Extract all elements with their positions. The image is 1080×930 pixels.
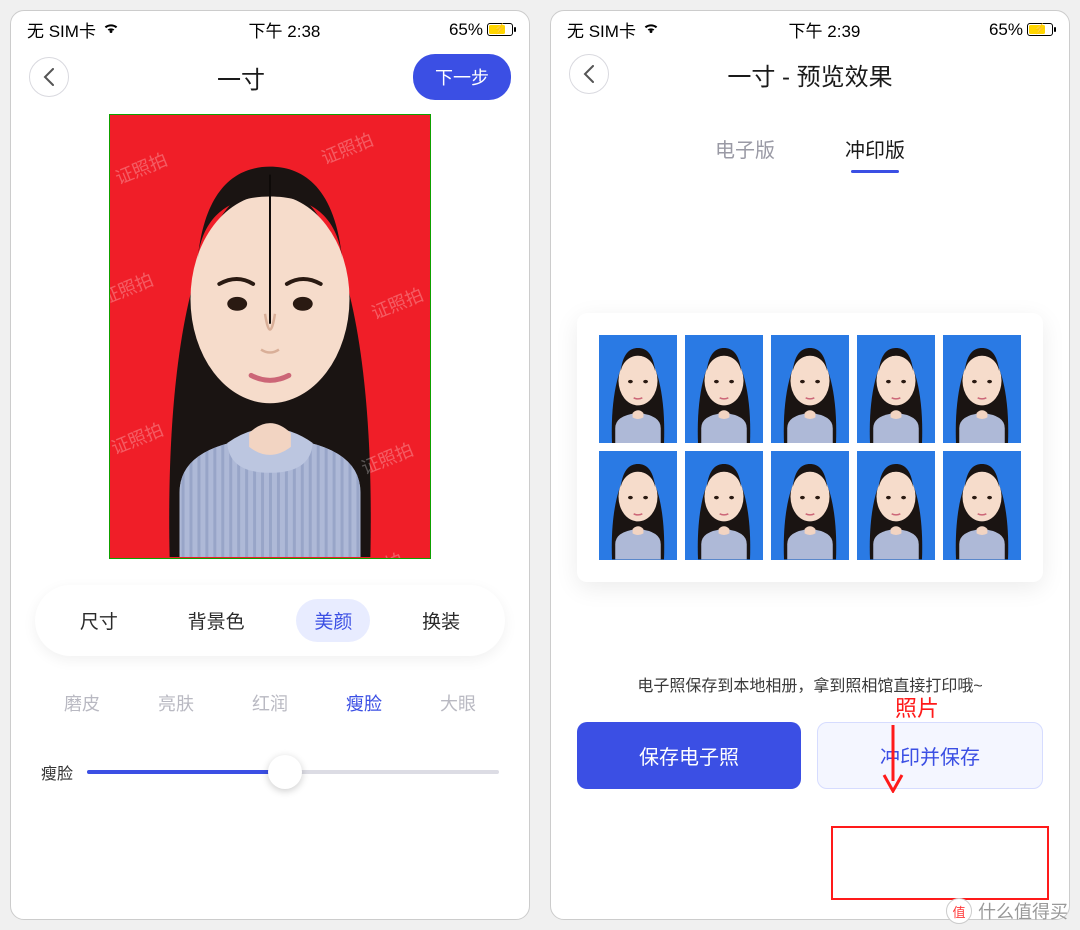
subtab-slimface[interactable]: 瘦脸	[346, 690, 382, 716]
photo-thumb	[685, 335, 763, 443]
photo-thumb	[599, 335, 677, 443]
back-button[interactable]	[569, 54, 609, 94]
photo-thumb	[943, 335, 1021, 443]
photo-area: 证照拍 证照拍 证照拍 证照拍 证照拍 证照拍 证照拍	[11, 114, 529, 571]
beauty-subtabs: 磨皮 亮肤 红润 瘦脸 大眼	[35, 690, 505, 716]
print-save-button[interactable]: 冲印并保存	[817, 722, 1043, 789]
subtab-bigeyes[interactable]: 大眼	[440, 690, 476, 716]
tab-outfit[interactable]: 换装	[404, 599, 478, 642]
photo-thumb	[771, 335, 849, 443]
slim-slider[interactable]	[87, 770, 499, 774]
tab-size[interactable]: 尺寸	[62, 599, 136, 642]
carrier-label: 无 SIM卡	[567, 17, 636, 42]
photo-thumb	[771, 451, 849, 559]
subtab-smooth[interactable]: 磨皮	[64, 690, 100, 716]
status-bar: 无 SIM卡 下午 2:38 65% ⚡	[11, 11, 529, 44]
highlight-box	[831, 826, 1049, 900]
portrait-image	[110, 115, 430, 557]
photo-thumb	[685, 451, 763, 559]
phone-left: 无 SIM卡 下午 2:38 65% ⚡ 一寸 下一步	[10, 10, 530, 920]
subtab-brighten[interactable]: 亮肤	[158, 690, 194, 716]
back-button[interactable]	[29, 57, 69, 97]
battery-pct: 65%	[449, 20, 483, 40]
print-sheet	[577, 313, 1043, 582]
edit-tabs: 尺寸 背景色 美颜 换装	[35, 585, 505, 656]
tab-print[interactable]: 冲印版	[845, 134, 905, 173]
next-button[interactable]: 下一步	[413, 54, 511, 100]
annotation-label: 照片	[895, 691, 939, 723]
time-label: 下午 2:39	[789, 17, 861, 42]
header: 一寸 下一步	[11, 44, 529, 114]
photo-frame[interactable]: 证照拍 证照拍 证照拍 证照拍 证照拍 证照拍 证照拍	[109, 114, 431, 559]
status-bar: 无 SIM卡 下午 2:39 65% ⚡	[551, 11, 1069, 44]
header: 一寸 - 预览效果	[551, 44, 1069, 108]
hint-text: 电子照保存到本地相册，拿到照相馆直接打印哦~	[551, 672, 1069, 696]
photo-thumb	[857, 335, 935, 443]
battery-pct: 65%	[989, 20, 1023, 40]
preview-tabs: 电子版 冲印版	[551, 134, 1069, 173]
save-digital-button[interactable]: 保存电子照	[577, 722, 801, 789]
arrow-icon	[882, 723, 904, 798]
slider-row: 瘦脸	[41, 760, 499, 784]
photo-thumb	[599, 451, 677, 559]
phone-right: 无 SIM卡 下午 2:39 65% ⚡ 一寸 - 预览效果 电子版 冲印版	[550, 10, 1070, 920]
photo-thumb	[857, 451, 935, 559]
wifi-icon	[642, 20, 660, 40]
action-row: 保存电子照 冲印并保存	[577, 722, 1043, 789]
tab-beauty[interactable]: 美颜	[296, 599, 370, 642]
page-title: 一寸 - 预览效果	[727, 57, 892, 92]
page-title: 一寸	[217, 60, 265, 95]
carrier-label: 无 SIM卡	[27, 17, 96, 42]
slider-fill	[87, 770, 285, 774]
slider-label: 瘦脸	[41, 760, 73, 784]
photo-thumb	[943, 451, 1021, 559]
tab-bgcolor[interactable]: 背景色	[170, 599, 263, 642]
subtab-rosy[interactable]: 红润	[252, 690, 288, 716]
tab-digital[interactable]: 电子版	[715, 134, 775, 173]
battery-icon: ⚡	[1027, 23, 1053, 36]
battery-icon: ⚡	[487, 23, 513, 36]
slider-thumb[interactable]	[268, 755, 302, 789]
wifi-icon	[102, 20, 120, 40]
time-label: 下午 2:38	[249, 17, 321, 42]
